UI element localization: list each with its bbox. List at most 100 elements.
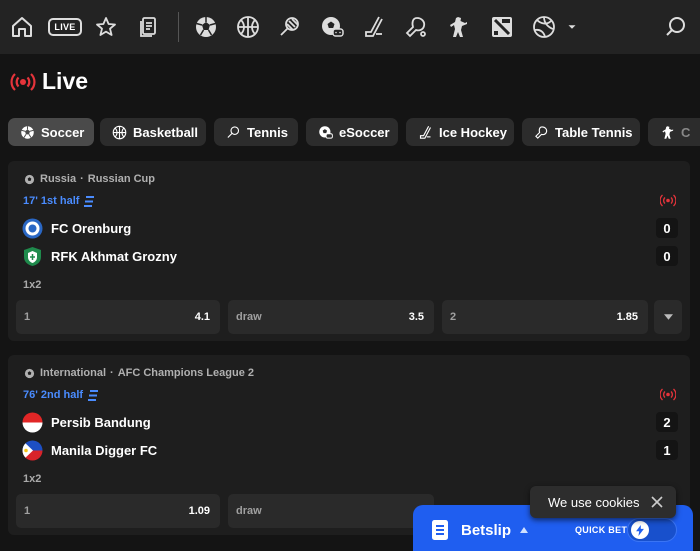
soccer-icon [21,125,34,139]
soccer-icon [24,368,35,378]
home-score: 2 [656,412,678,432]
market-label: 1x2 [23,279,42,291]
dota-icon[interactable] [488,13,516,41]
basketball-icon [112,125,127,139]
quick-bet-label: QUICK BET [575,525,628,535]
odds-label: draw [236,505,262,517]
odds-button-away[interactable]: 2 1.85 [442,300,648,334]
nav-divider [178,12,179,42]
team-logo [24,246,41,266]
ice-hockey-icon[interactable] [360,13,388,41]
live-stream-icon[interactable] [660,388,676,401]
close-icon[interactable] [650,495,664,509]
market-label: 1x2 [23,473,42,485]
more-sports-caret-icon[interactable] [562,13,582,41]
esoccer-icon[interactable] [318,13,346,41]
home-icon[interactable] [8,13,36,41]
tab-label: Basketball [133,124,199,140]
league-separator: · [110,367,114,379]
stats-icon [88,389,99,401]
sport-tabs: Soccer Basketball Tennis eSoccer Ice Hoc… [8,118,700,146]
counter-strike-icon[interactable] [444,13,472,41]
esoccer-icon [319,125,333,139]
odds-button-home[interactable]: 1 1.09 [16,494,220,528]
tab-tennis[interactable]: Tennis [214,118,298,146]
flag-icon [22,412,43,432]
tab-esoccer[interactable]: eSoccer [306,118,398,146]
team-name: Manila Digger FC [51,442,158,458]
page-title: Live [42,68,89,94]
league-info[interactable]: International · AFC Champions League 2 [24,367,254,379]
app-root: LIVE Live Soccer Basketball Tennis eSocc… [0,0,700,551]
league-separator: · [80,173,84,185]
odds-label: 2 [450,311,457,323]
tennis-icon [227,125,240,138]
match-time: 76' 2nd half [23,389,99,401]
tab-label: C [681,124,691,140]
live-nav-button[interactable]: LIVE [48,13,82,41]
away-score: 1 [656,440,678,460]
cookies-toast: We use cookies [530,486,676,518]
table-tennis-icon [535,125,548,139]
chevron-up-icon [520,527,528,533]
tab-ice-hockey[interactable]: Ice Hockey [406,118,514,146]
flag-icon [22,440,43,460]
soccer-icon [24,174,35,184]
match-time: 17' 1st half [23,195,95,207]
away-team[interactable]: Manila Digger FC [22,439,157,461]
team-logo [22,218,43,238]
volleyball-icon[interactable] [530,13,558,41]
toggle-knob [631,521,649,539]
away-score: 0 [656,246,678,266]
odds-label: draw [236,311,262,323]
odds-value: 1.09 [188,505,210,517]
top-navigation: LIVE [0,0,700,54]
country-name: Russia [40,173,77,185]
country-name: International [40,367,107,379]
odds-label: 1 [24,311,31,323]
quick-bet-toggle[interactable] [627,518,677,542]
team-name: FC Orenburg [51,220,132,236]
ice-hockey-icon [419,125,431,139]
odds-value: 3.5 [408,311,424,323]
soccer-icon[interactable] [192,13,220,41]
tab-label: Soccer [41,124,85,140]
odds-value: 1.85 [616,311,638,323]
home-team[interactable]: FC Orenburg [22,217,131,239]
home-score: 0 [656,218,678,238]
more-markets-button[interactable] [654,300,682,334]
basketball-icon[interactable] [234,13,262,41]
tab-basketball[interactable]: Basketball [100,118,206,146]
odds-button-home[interactable]: 1 4.1 [16,300,220,334]
match-card[interactable]: Russia · Russian Cup 17' 1st half FC Ore… [8,161,690,341]
tab-label: eSoccer [339,124,390,140]
odds-button-draw[interactable]: draw 8 [228,494,434,528]
live-stream-icon[interactable] [660,194,676,207]
odds-value: 4.1 [194,311,210,323]
away-team[interactable]: RFK Akhmat Grozny [22,245,177,267]
favorites-icon[interactable] [92,13,120,41]
team-name: Persib Bandung [51,414,151,430]
league-name: Russian Cup [87,173,155,185]
league-name: AFC Champions League 2 [117,367,254,379]
tennis-icon[interactable] [276,13,304,41]
league-info[interactable]: Russia · Russian Cup [24,173,155,185]
stats-icon [84,195,95,207]
cookies-text: We use cookies [548,494,640,510]
tab-counter-strike[interactable]: C [648,118,700,146]
table-tennis-icon[interactable] [402,13,430,41]
home-team[interactable]: Persib Bandung [22,411,151,433]
betslip-icon [432,520,448,540]
live-heading: Live [10,68,88,95]
betslip-title: Betslip [461,522,512,539]
tab-table-tennis[interactable]: Table Tennis [522,118,640,146]
odds-button-draw[interactable]: draw 3.5 [228,300,434,334]
search-icon[interactable] [662,13,690,41]
lightning-icon [636,524,644,536]
match-time-text: 17' 1st half [23,195,80,207]
tab-label: Tennis [247,124,288,140]
live-badge: LIVE [48,18,82,36]
team-name: RFK Akhmat Grozny [51,248,177,264]
betslip-history-icon[interactable] [134,13,162,41]
tab-soccer[interactable]: Soccer [8,118,94,146]
